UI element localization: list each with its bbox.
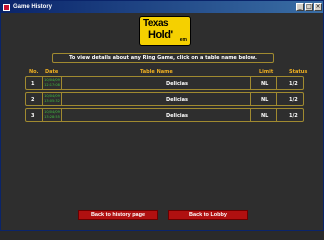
column-divider (276, 93, 277, 105)
app-icon (3, 3, 10, 11)
column-header-table-name: Table Name (140, 69, 173, 75)
texas-holdem-logo: Texas Hold' em (139, 16, 191, 46)
window-title: Game History (13, 4, 53, 10)
row-date: 10/04/09 13:28:55 (42, 109, 62, 121)
logo-bottom-text: Hold' (148, 29, 173, 41)
title-bar[interactable]: Game History _ □ × (1, 1, 323, 13)
row-limit: NL (261, 97, 269, 103)
column-header-limit: Limit (259, 69, 274, 75)
maximize-button[interactable]: □ (305, 3, 313, 11)
table-row[interactable]: 3 10/04/09 13:28:55 Delicias NL 1/2 (25, 108, 304, 122)
column-divider (250, 109, 251, 121)
content-area: Texas Hold' em To view details about any… (2, 13, 322, 230)
column-header-date: Date (45, 69, 59, 75)
row-date-time: 12:17:08 (44, 83, 60, 87)
back-to-lobby-button[interactable]: Back to Lobby (168, 210, 248, 220)
column-header-status: Status (289, 69, 308, 75)
row-table-name-link[interactable]: Delicias (166, 97, 188, 103)
row-status: 1/2 (289, 97, 298, 103)
logo-top-text: Texas (143, 18, 169, 29)
column-divider (250, 93, 251, 105)
row-date-time: 13:28:55 (44, 115, 60, 119)
row-number: 1 (31, 81, 35, 87)
column-divider (276, 109, 277, 121)
info-banner: To view details about any Ring Game, cli… (52, 53, 274, 63)
row-table-name-link[interactable]: Delicias (166, 113, 188, 119)
minimize-button[interactable]: _ (296, 3, 304, 11)
game-history-window: Game History _ □ × Texas Hold' em To vie… (0, 0, 324, 231)
row-limit: NL (261, 113, 269, 119)
row-date: 10/04/09 12:17:08 (42, 77, 62, 89)
row-status: 1/2 (289, 113, 298, 119)
table-row[interactable]: 1 10/04/09 12:17:08 Delicias NL 1/2 (25, 76, 304, 90)
back-to-history-button[interactable]: Back to history page (78, 210, 158, 220)
row-number: 3 (31, 113, 35, 119)
row-date-time: 13:05:32 (44, 99, 60, 103)
row-status: 1/2 (289, 81, 298, 87)
column-divider (250, 77, 251, 89)
table-row[interactable]: 2 10/04/09 13:05:32 Delicias NL 1/2 (25, 92, 304, 106)
row-number: 2 (31, 97, 35, 103)
close-button[interactable]: × (314, 3, 322, 11)
row-limit: NL (261, 81, 269, 87)
column-divider (276, 77, 277, 89)
row-date: 10/04/09 13:05:32 (42, 93, 62, 105)
column-header-no: No. (29, 69, 39, 75)
logo-suffix: em (179, 37, 187, 43)
row-table-name-link[interactable]: Delicias (166, 81, 188, 87)
